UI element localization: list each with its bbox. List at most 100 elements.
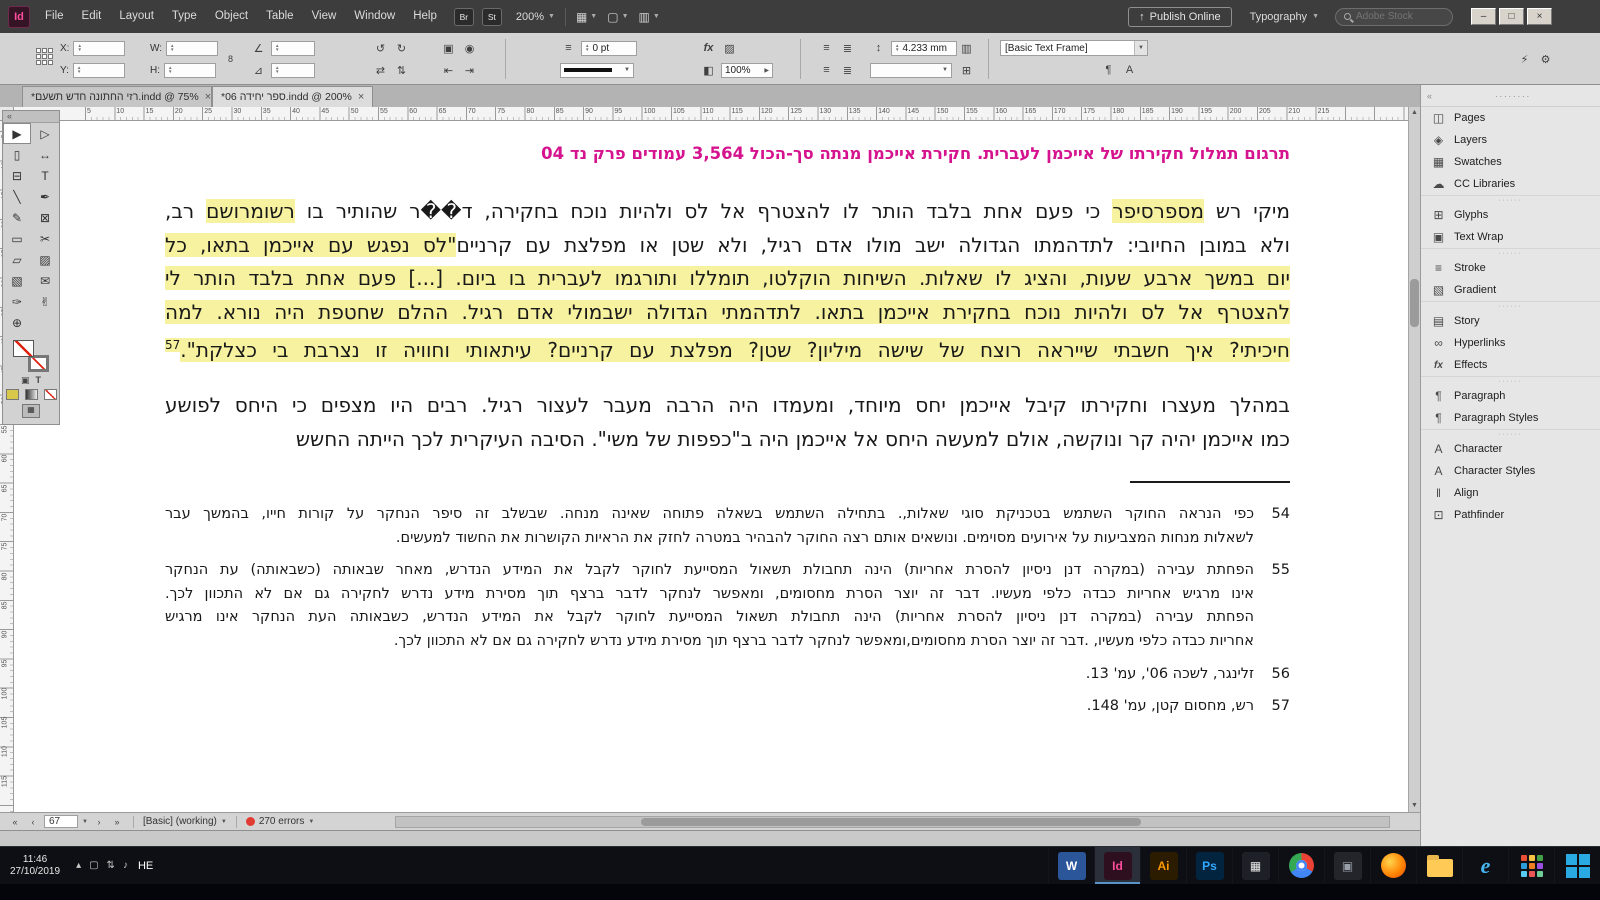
scissors-tool[interactable]: ✂ xyxy=(31,228,59,249)
menu-object[interactable]: Object xyxy=(206,0,257,33)
taskbar-start[interactable] xyxy=(1554,847,1600,884)
preflight-profile-label[interactable]: [Basic] (working) xyxy=(143,816,217,827)
taskbar-apps-grid[interactable] xyxy=(1508,847,1554,884)
taskbar-metro-apps[interactable]: ▦ xyxy=(1232,847,1278,884)
rotate-cw-icon[interactable]: ↻ xyxy=(393,40,410,56)
panel-item-paragraph[interactable]: ¶ Paragraph xyxy=(1421,385,1600,407)
tab-close-icon[interactable]: × xyxy=(205,91,211,103)
stroke-type-dropdown[interactable]: ▼ xyxy=(560,62,634,78)
y-field[interactable] xyxy=(72,62,125,78)
language-indicator[interactable]: HE xyxy=(128,860,163,872)
taskbar-clock[interactable]: 11:46 27/10/2019 xyxy=(0,854,70,878)
horizontal-scrollbar[interactable] xyxy=(395,816,1390,828)
rectangle-tool[interactable]: ▭ xyxy=(3,228,31,249)
taskbar-firefox[interactable] xyxy=(1370,847,1416,884)
menu-type[interactable]: Type xyxy=(163,0,206,33)
panel-item-effects[interactable]: fx Effects xyxy=(1421,354,1600,376)
taskbar-photoshop[interactable]: Ps xyxy=(1186,847,1232,884)
constrain-proportions-icon[interactable]: 8 xyxy=(222,51,239,67)
align-center-icon[interactable]: ≣ xyxy=(839,40,856,56)
panel-item-glyphs[interactable]: ⊞ Glyphs xyxy=(1421,204,1600,226)
direct-selection-tool[interactable]: ▷ xyxy=(31,123,59,144)
zoom-tool[interactable]: ⊕ xyxy=(3,312,31,333)
view-options-dropdown[interactable]: ▦ ▼ xyxy=(576,10,597,24)
type-tool[interactable]: T xyxy=(31,165,59,186)
rotation-angle-field[interactable] xyxy=(271,40,315,56)
scroll-down-icon[interactable]: ▼ xyxy=(1409,800,1420,812)
baseline-dropdown[interactable]: ▼ xyxy=(870,62,952,78)
formatting-affects-text-icon[interactable]: T xyxy=(36,375,42,386)
last-page-button[interactable]: » xyxy=(110,817,124,827)
gpu-performance-icon[interactable]: ⚡ xyxy=(1516,51,1533,67)
panel-item-layers[interactable]: ◈ Layers xyxy=(1421,129,1600,151)
content-collector-tool[interactable]: ⊟ xyxy=(3,165,31,186)
shear-angle-field[interactable] xyxy=(271,62,315,78)
bridge-icon[interactable]: Br xyxy=(453,7,474,26)
object-style-dropdown[interactable]: [Basic Text Frame] ▼ xyxy=(1000,40,1148,56)
rotate-ccw-icon[interactable]: ↺ xyxy=(372,40,389,56)
menu-view[interactable]: View xyxy=(303,0,346,33)
panel-item-character[interactable]: A Character xyxy=(1421,438,1600,460)
screen-mode-button[interactable]: ▦ xyxy=(22,404,40,418)
rectangle-frame-tool[interactable]: ⊠ xyxy=(31,207,59,228)
panel-item-story[interactable]: ▤ Story xyxy=(1421,310,1600,332)
pencil-tool[interactable]: ✎ xyxy=(3,207,31,228)
taskbar-illustrator[interactable]: Ai xyxy=(1140,847,1186,884)
close-button[interactable]: × xyxy=(1527,8,1552,25)
gutter-icon[interactable]: ⊞ xyxy=(958,62,975,78)
panel-item-hyperlinks[interactable]: ∞ Hyperlinks xyxy=(1421,332,1600,354)
chevron-down-icon[interactable]: ▼ xyxy=(308,819,314,825)
panel-item-stroke[interactable]: ≡ Stroke xyxy=(1421,257,1600,279)
panel-item-align[interactable]: ‖ Align xyxy=(1421,482,1600,504)
text-frame[interactable]: תרגום תמלול חקירתו של אייכמן לעברית. חקי… xyxy=(165,121,1290,812)
panel-item-character-styles[interactable]: A Character Styles xyxy=(1421,460,1600,482)
fill-swatch[interactable] xyxy=(13,340,34,357)
apply-color-button[interactable] xyxy=(5,389,19,400)
flip-vertical-icon[interactable]: ⇅ xyxy=(393,62,410,78)
panel-item-swatches[interactable]: ▦ Swatches xyxy=(1421,151,1600,173)
menu-file[interactable]: File xyxy=(36,0,73,33)
taskbar-word[interactable]: W xyxy=(1048,847,1094,884)
menu-window[interactable]: Window xyxy=(345,0,404,33)
document-page[interactable]: תרגום תמלול חקירתו של אייכמן לעברית. חקי… xyxy=(14,121,1408,812)
indesign-app-icon[interactable]: Id xyxy=(8,5,30,28)
panel-item-gradient[interactable]: ▧ Gradient xyxy=(1421,279,1600,301)
apply-none-button[interactable] xyxy=(43,389,57,400)
taskbar-app-dark[interactable]: ▣ xyxy=(1324,847,1370,884)
tab-close-icon[interactable]: × xyxy=(358,91,364,103)
align-top-icon[interactable]: ≡ xyxy=(818,62,835,78)
minimize-button[interactable]: – xyxy=(1471,8,1496,25)
selection-tool[interactable]: ▶ xyxy=(3,123,31,144)
line-tool[interactable]: ╲ xyxy=(3,186,31,207)
vertical-scrollbar-thumb[interactable] xyxy=(1410,279,1419,327)
tray-network-icon[interactable]: ⇅ xyxy=(107,860,115,871)
drop-shadow-icon[interactable]: ▨ xyxy=(721,40,738,56)
tray-show-hidden-icon[interactable]: ▴ xyxy=(76,860,81,871)
panel-item-text-wrap[interactable]: ▣ Text Wrap xyxy=(1421,226,1600,248)
align-bottom-icon[interactable]: ≣ xyxy=(839,62,856,78)
x-field[interactable] xyxy=(73,40,126,56)
chevron-down-icon[interactable]: ▼ xyxy=(221,819,227,825)
scroll-up-icon[interactable]: ▲ xyxy=(1409,107,1420,119)
taskbar-indesign[interactable]: Id xyxy=(1094,847,1140,884)
eyedropper-tool[interactable]: ✑ xyxy=(3,291,31,312)
tools-panel-header[interactable]: « xyxy=(3,111,59,123)
fill-stroke-proxy[interactable] xyxy=(13,340,49,372)
adobe-stock-search[interactable] xyxy=(1335,7,1453,26)
hand-tool[interactable]: ✌ xyxy=(31,291,59,312)
flip-horizontal-icon[interactable]: ⇄ xyxy=(372,62,389,78)
vertical-scrollbar[interactable]: ▲ ▼ xyxy=(1408,107,1420,812)
taskbar-chrome[interactable] xyxy=(1278,847,1324,884)
height-field[interactable] xyxy=(164,62,216,78)
select-content-icon[interactable]: ◉ xyxy=(461,40,478,56)
page-number-field[interactable]: 67 xyxy=(44,815,78,828)
opacity-field[interactable]: 100% ▶ xyxy=(721,62,773,78)
effects-fx-icon[interactable]: fx xyxy=(700,40,717,56)
select-next-icon[interactable]: ⇥ xyxy=(461,62,478,78)
reference-point-proxy[interactable] xyxy=(36,48,53,65)
columns-icon[interactable]: ▥ xyxy=(958,40,975,56)
document-tab[interactable]: *רזי החתונה חדש תשעם.indd @ 75% × xyxy=(22,86,212,107)
panel-item-paragraph-styles[interactable]: ¶ Paragraph Styles xyxy=(1421,407,1600,429)
previous-page-button[interactable]: ‹ xyxy=(26,817,40,827)
stock-icon[interactable]: St xyxy=(481,7,502,26)
